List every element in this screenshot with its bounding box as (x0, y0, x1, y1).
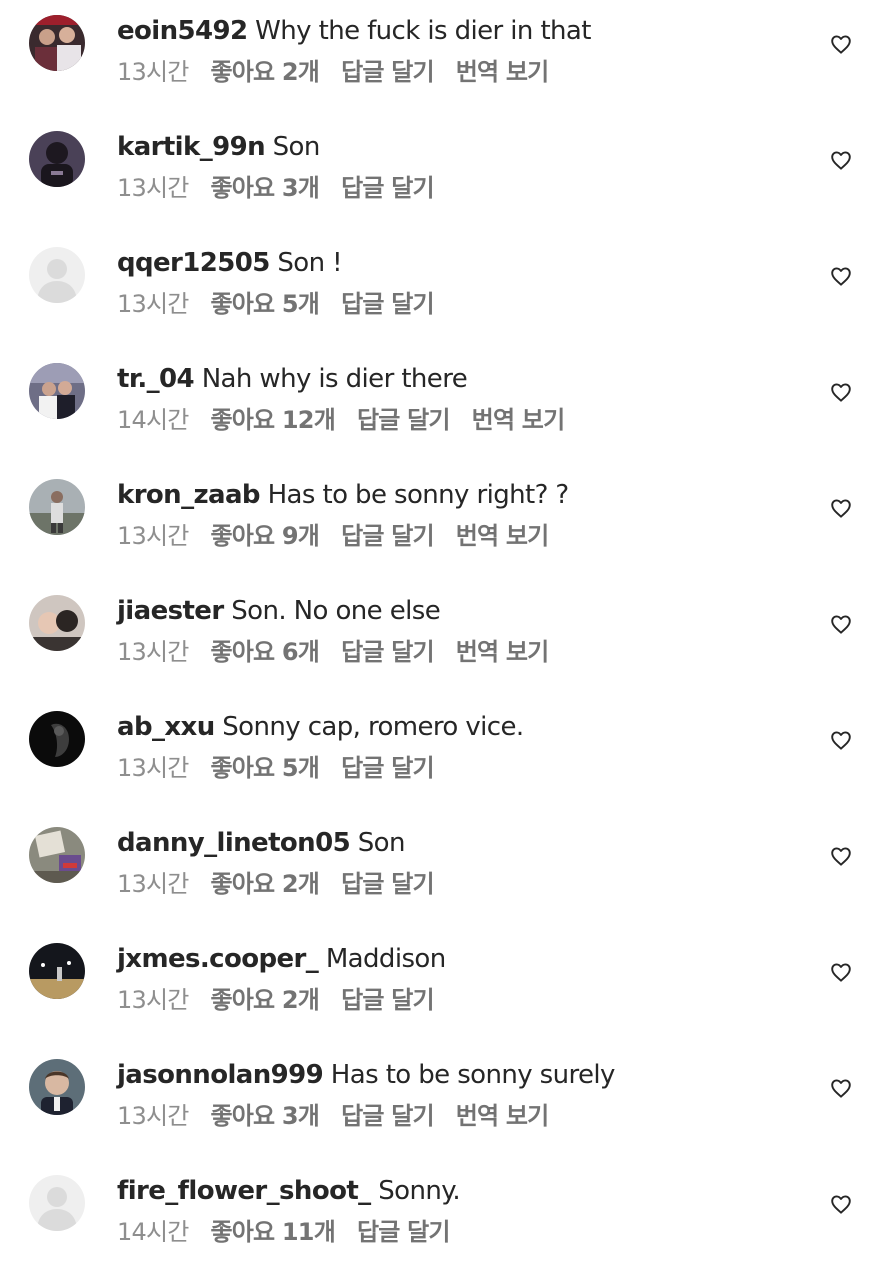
heart-icon[interactable] (829, 612, 853, 636)
comment-username[interactable]: kartik_99n (117, 132, 266, 162)
translate-button[interactable]: 번역 보기 (456, 636, 549, 668)
reply-button[interactable]: 답글 달기 (341, 288, 434, 320)
comment-username[interactable]: kron_zaab (117, 480, 261, 510)
avatar[interactable] (29, 247, 85, 303)
reply-button[interactable]: 답글 달기 (341, 1100, 434, 1132)
comment-username[interactable]: danny_lineton05 (117, 828, 351, 858)
comment-item: qqer12505 Son ! 13시간 좋아요 5개 답글 달기 (0, 232, 872, 348)
heart-icon[interactable] (829, 728, 853, 752)
heart-icon[interactable] (829, 148, 853, 172)
reply-button[interactable]: 답글 달기 (357, 1216, 450, 1248)
comment-item: jiaester Son. No one else 13시간 좋아요 6개 답글 달… (0, 580, 872, 696)
heart-icon[interactable] (829, 32, 853, 56)
heart-icon[interactable] (829, 380, 853, 404)
comment-time: 13시간 (117, 986, 189, 1014)
comment-text: Son (357, 828, 406, 858)
comment-item: tr._04 Nah why is dier there 14시간 좋아요 12개… (0, 348, 872, 464)
avatar[interactable] (29, 363, 85, 419)
translate-button[interactable]: 번역 보기 (456, 56, 549, 88)
likes-count[interactable]: 좋아요 6개 (211, 636, 320, 668)
avatar[interactable] (29, 711, 85, 767)
comment-username[interactable]: eoin5492 (117, 16, 248, 46)
comment-list: eoin5492 Why the fuck is dier in that 13… (0, 0, 872, 1287)
comment-item: jxmes.cooper_ Maddison 13시간 좋아요 2개 답글 달기 (0, 928, 872, 1044)
reply-button[interactable]: 답글 달기 (341, 752, 434, 784)
reply-button[interactable]: 답글 달기 (341, 636, 434, 668)
comment-time: 13시간 (117, 58, 189, 86)
reply-button[interactable]: 답글 달기 (341, 984, 434, 1016)
comment-username[interactable]: fire_flower_shoot_ (117, 1176, 371, 1206)
heart-icon[interactable] (829, 1192, 853, 1216)
heart-icon[interactable] (829, 496, 853, 520)
translate-button[interactable]: 번역 보기 (472, 404, 565, 436)
comment-text: Son (272, 132, 321, 162)
comment-text: Sonny. (378, 1176, 460, 1206)
heart-icon[interactable] (829, 960, 853, 984)
reply-button[interactable]: 답글 달기 (357, 404, 450, 436)
comment-time: 13시간 (117, 638, 189, 666)
comment-text: Has to be sonny surely (330, 1060, 616, 1090)
comment-text: Sonny cap, romero vice. (222, 712, 524, 742)
comment-text: Son. No one else (231, 596, 441, 626)
comment-username[interactable]: ab_xxu (117, 712, 215, 742)
comment-item: kartik_99n Son 13시간 좋아요 3개 답글 달기 (0, 116, 872, 232)
comment-item: fire_flower_shoot_ Sonny. 14시간 좋아요 11개 답글 … (0, 1160, 872, 1276)
comment-time: 13시간 (117, 522, 189, 550)
avatar[interactable] (29, 1059, 85, 1115)
avatar[interactable] (29, 15, 85, 71)
heart-icon[interactable] (829, 264, 853, 288)
comment-item: danny_lineton05 Son 13시간 좋아요 2개 답글 달기 (0, 812, 872, 928)
comment-username[interactable]: jxmes.cooper_ (117, 944, 319, 974)
comment-time: 13시간 (117, 290, 189, 318)
reply-button[interactable]: 답글 달기 (341, 868, 434, 900)
reply-button[interactable]: 답글 달기 (341, 520, 434, 552)
heart-icon[interactable] (829, 844, 853, 868)
comment-time: 14시간 (117, 1218, 189, 1246)
comment-item: ab_xxu Sonny cap, romero vice. 13시간 좋아요 5… (0, 696, 872, 812)
comment-item: jasonnolan999 Has to be sonny surely 13시… (0, 1044, 872, 1160)
likes-count[interactable]: 좋아요 3개 (211, 172, 320, 204)
comment-username[interactable]: jiaester (117, 596, 224, 626)
likes-count[interactable]: 좋아요 2개 (211, 984, 320, 1016)
comment-username[interactable]: tr._04 (117, 364, 195, 394)
comment-text: Son ! (277, 248, 342, 278)
comment-time: 13시간 (117, 870, 189, 898)
avatar[interactable] (29, 479, 85, 535)
heart-icon[interactable] (829, 1076, 853, 1100)
comment-time: 14시간 (117, 406, 189, 434)
avatar[interactable] (29, 827, 85, 883)
likes-count[interactable]: 좋아요 9개 (211, 520, 320, 552)
reply-button[interactable]: 답글 달기 (341, 56, 434, 88)
comment-time: 13시간 (117, 174, 189, 202)
comment-item: kron_zaab Has to be sonny right? ? 13시간 좋… (0, 464, 872, 580)
comment-text: Why the fuck is dier in that (255, 16, 591, 46)
likes-count[interactable]: 좋아요 2개 (211, 868, 320, 900)
avatar[interactable] (29, 1175, 85, 1231)
likes-count[interactable]: 좋아요 12개 (211, 404, 336, 436)
comment-username[interactable]: jasonnolan999 (117, 1060, 324, 1090)
comment-time: 13시간 (117, 1102, 189, 1130)
comment-item: eoin5492 Why the fuck is dier in that 13… (0, 0, 872, 116)
likes-count[interactable]: 좋아요 5개 (211, 752, 320, 784)
translate-button[interactable]: 번역 보기 (456, 520, 549, 552)
avatar[interactable] (29, 131, 85, 187)
reply-button[interactable]: 답글 달기 (341, 172, 434, 204)
comment-text: Nah why is dier there (201, 364, 468, 394)
comment-text: Has to be sonny right? ? (267, 480, 570, 510)
comment-username[interactable]: qqer12505 (117, 248, 270, 278)
likes-count[interactable]: 좋아요 11개 (211, 1216, 336, 1248)
comment-time: 13시간 (117, 754, 189, 782)
translate-button[interactable]: 번역 보기 (456, 1100, 549, 1132)
likes-count[interactable]: 좋아요 2개 (211, 56, 320, 88)
comment-text: Maddison (325, 944, 446, 974)
likes-count[interactable]: 좋아요 5개 (211, 288, 320, 320)
likes-count[interactable]: 좋아요 3개 (211, 1100, 320, 1132)
avatar[interactable] (29, 595, 85, 651)
avatar[interactable] (29, 943, 85, 999)
